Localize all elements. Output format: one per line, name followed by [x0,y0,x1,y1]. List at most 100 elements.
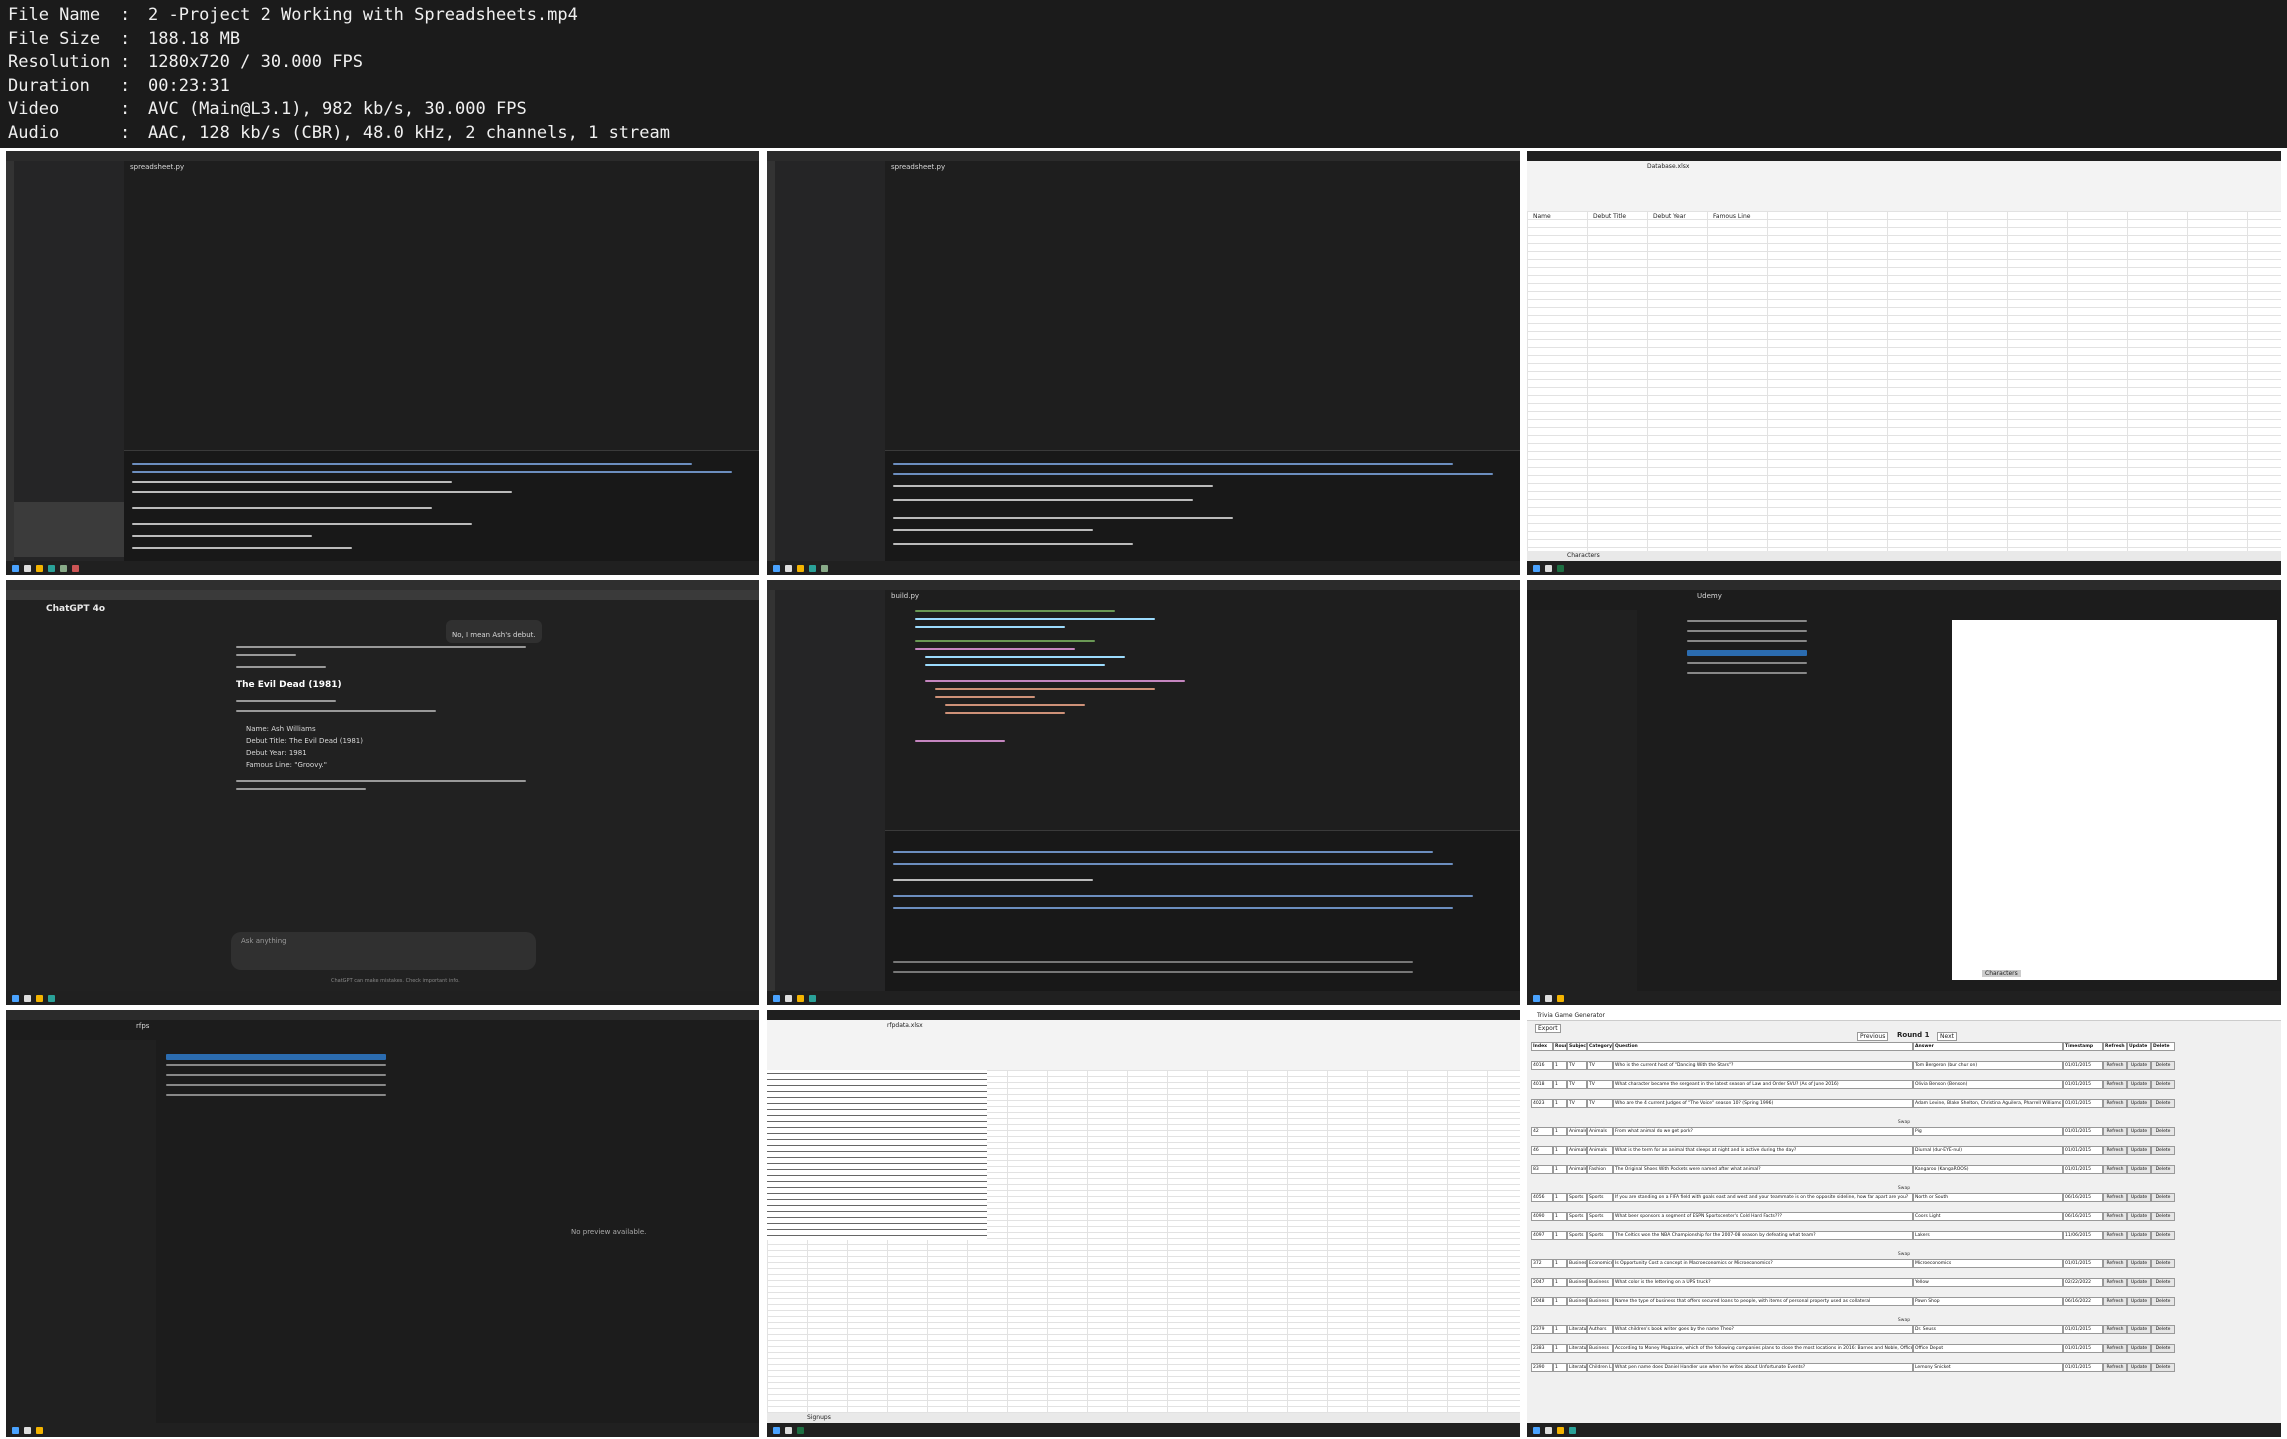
column-header: Update [2127,1042,2151,1051]
refresh-button[interactable]: Refresh [2103,1363,2127,1372]
table-cell: Sports [1587,1231,1613,1240]
table-row: 2048 1 BusinessBusiness Name the type of bu… [1531,1297,2277,1316]
update-button[interactable]: Update [2127,1146,2151,1155]
delete-button[interactable]: Delete [2151,1127,2175,1136]
media-info-row: File Name:2 -Project 2 Working with Spre… [8,4,670,28]
refresh-button[interactable]: Refresh [2103,1061,2127,1070]
delete-button[interactable]: Delete [2151,1193,2175,1202]
refresh-button[interactable]: Refresh [2103,1231,2127,1240]
nav-pane[interactable] [6,1040,156,1423]
update-button[interactable]: Update [2127,1363,2151,1372]
delete-button[interactable]: Delete [2151,1080,2175,1089]
refresh-button[interactable]: Refresh [2103,1080,2127,1089]
update-button[interactable]: Update [2127,1212,2151,1221]
file-list[interactable] [166,1054,396,1114]
refresh-button[interactable]: Refresh [2103,1146,2127,1155]
media-info-header: File Name:2 -Project 2 Working with Spre… [0,0,2287,148]
nav-pane[interactable] [1527,610,1637,991]
export-button[interactable]: Export [1535,1024,1561,1033]
table-cell: If you are standing on a FIFA field with… [1613,1193,1913,1202]
delete-button[interactable]: Delete [2151,1259,2175,1268]
update-button[interactable]: Update [2127,1061,2151,1070]
signups-sheet[interactable] [767,1070,1520,1413]
next-button[interactable]: Next [1937,1032,1957,1041]
table-cell: Business [1567,1278,1587,1287]
characters-sheet[interactable]: Name Debut Title Debut Year Famous Line [1527,211,2281,551]
refresh-button[interactable]: Refresh [2103,1165,2127,1174]
thumb-5-vscode-code: build.py [767,580,1520,1005]
column-header: Round [1553,1042,1567,1051]
refresh-button[interactable]: Refresh [2103,1099,2127,1108]
sheet-tab[interactable]: Signups [807,1414,831,1421]
media-info-row: Resolution:1280x720 / 30.000 FPS [8,51,670,75]
refresh-button[interactable]: Refresh [2103,1344,2127,1353]
delete-button[interactable]: Delete [2151,1165,2175,1174]
delete-button[interactable]: Delete [2151,1363,2175,1372]
update-button[interactable]: Update [2127,1259,2151,1268]
table-cell: 4016 [1531,1061,1553,1070]
update-button[interactable]: Update [2127,1344,2151,1353]
table-cell: 1 [1553,1165,1567,1174]
table-cell: 01/01/2015 [2063,1146,2103,1155]
media-info-key: Audio [8,122,60,143]
table-row: 4097 1 Sports Sports The Celtics won the NBA… [1531,1231,2277,1250]
table-cell: 1 [1553,1127,1567,1136]
table-cell: Diurnal (dur-EYE-nul) [1913,1146,2063,1155]
update-button[interactable]: Update [2127,1099,2151,1108]
editor-tab[interactable]: spreadsheet.py [891,163,945,171]
table-cell: What character became the sergeant in th… [1613,1080,1913,1089]
prompt-box[interactable]: Ask anything [231,932,536,970]
model-selector[interactable]: ChatGPT 4o [46,604,105,614]
table-cell: Literature [1567,1344,1587,1353]
table-cell: Kangaroo (KangaROOS) [1913,1165,2063,1174]
table-cell: Animals [1567,1146,1587,1155]
preview-text: No preview available. [571,1228,647,1236]
update-button[interactable]: Update [2127,1080,2151,1089]
group-separator: Swap [1897,1120,1911,1125]
delete-button[interactable]: Delete [2151,1061,2175,1070]
update-button[interactable]: Update [2127,1231,2151,1240]
table-cell: Yellow [1913,1278,2063,1287]
sheet-tab[interactable]: Characters [1567,552,1600,559]
delete-button[interactable]: Delete [2151,1325,2175,1334]
update-button[interactable]: Update [2127,1127,2151,1136]
delete-button[interactable]: Delete [2151,1231,2175,1240]
trivia-table: IndexRoundSubjectCategoryQuestionAnswerT… [1531,1042,2277,1382]
table-cell: 01/01/2015 [2063,1165,2103,1174]
update-button[interactable]: Update [2127,1193,2151,1202]
file-list[interactable] [1687,620,1817,690]
address-bar[interactable]: rfps [136,1022,149,1030]
refresh-button[interactable]: Refresh [2103,1127,2127,1136]
refresh-button[interactable]: Refresh [2103,1325,2127,1334]
media-info-row: Video: AVC (Main@L3.1), 982 kb/s, 30.000 … [8,98,670,122]
update-button[interactable]: Update [2127,1297,2151,1306]
update-button[interactable]: Update [2127,1325,2151,1334]
previous-button[interactable]: Previous [1857,1032,1889,1041]
update-button[interactable]: Update [2127,1278,2151,1287]
group-separator: Swap [1897,1186,1911,1191]
table-row: 23831LiteratureBusinessAccording to Mone… [1531,1344,2277,1363]
refresh-button[interactable]: Refresh [2103,1278,2127,1287]
delete-button[interactable]: Delete [2151,1344,2175,1353]
refresh-button[interactable]: Refresh [2103,1193,2127,1202]
delete-button[interactable]: Delete [2151,1146,2175,1155]
refresh-button[interactable]: Refresh [2103,1212,2127,1221]
refresh-button[interactable]: Refresh [2103,1259,2127,1268]
editor-tab[interactable]: spreadsheet.py [130,163,184,171]
thumb-8-excel-signups: rfpdata.xlsx Signups [767,1010,1520,1437]
editor-tab[interactable]: build.py [891,592,919,600]
table-cell: Olivia Benson (Benson) [1913,1080,2063,1089]
thumb-1-vscode-empty: spreadsheet.py [6,151,759,575]
table-cell: Dr. Seuss [1913,1325,2063,1334]
table-row: 4016 1 TV TV Who is the current host of "Dan… [1531,1061,2277,1080]
table-cell: 01/01/2015 [2063,1080,2103,1089]
delete-button[interactable]: Delete [2151,1212,2175,1221]
delete-button[interactable]: Delete [2151,1278,2175,1287]
update-button[interactable]: Update [2127,1165,2151,1174]
address-bar[interactable]: Udemy [1697,592,1722,600]
refresh-button[interactable]: Refresh [2103,1297,2127,1306]
table-cell: North or South [1913,1193,2063,1202]
delete-button[interactable]: Delete [2151,1297,2175,1306]
delete-button[interactable]: Delete [2151,1099,2175,1108]
table-cell: Business [1587,1278,1613,1287]
